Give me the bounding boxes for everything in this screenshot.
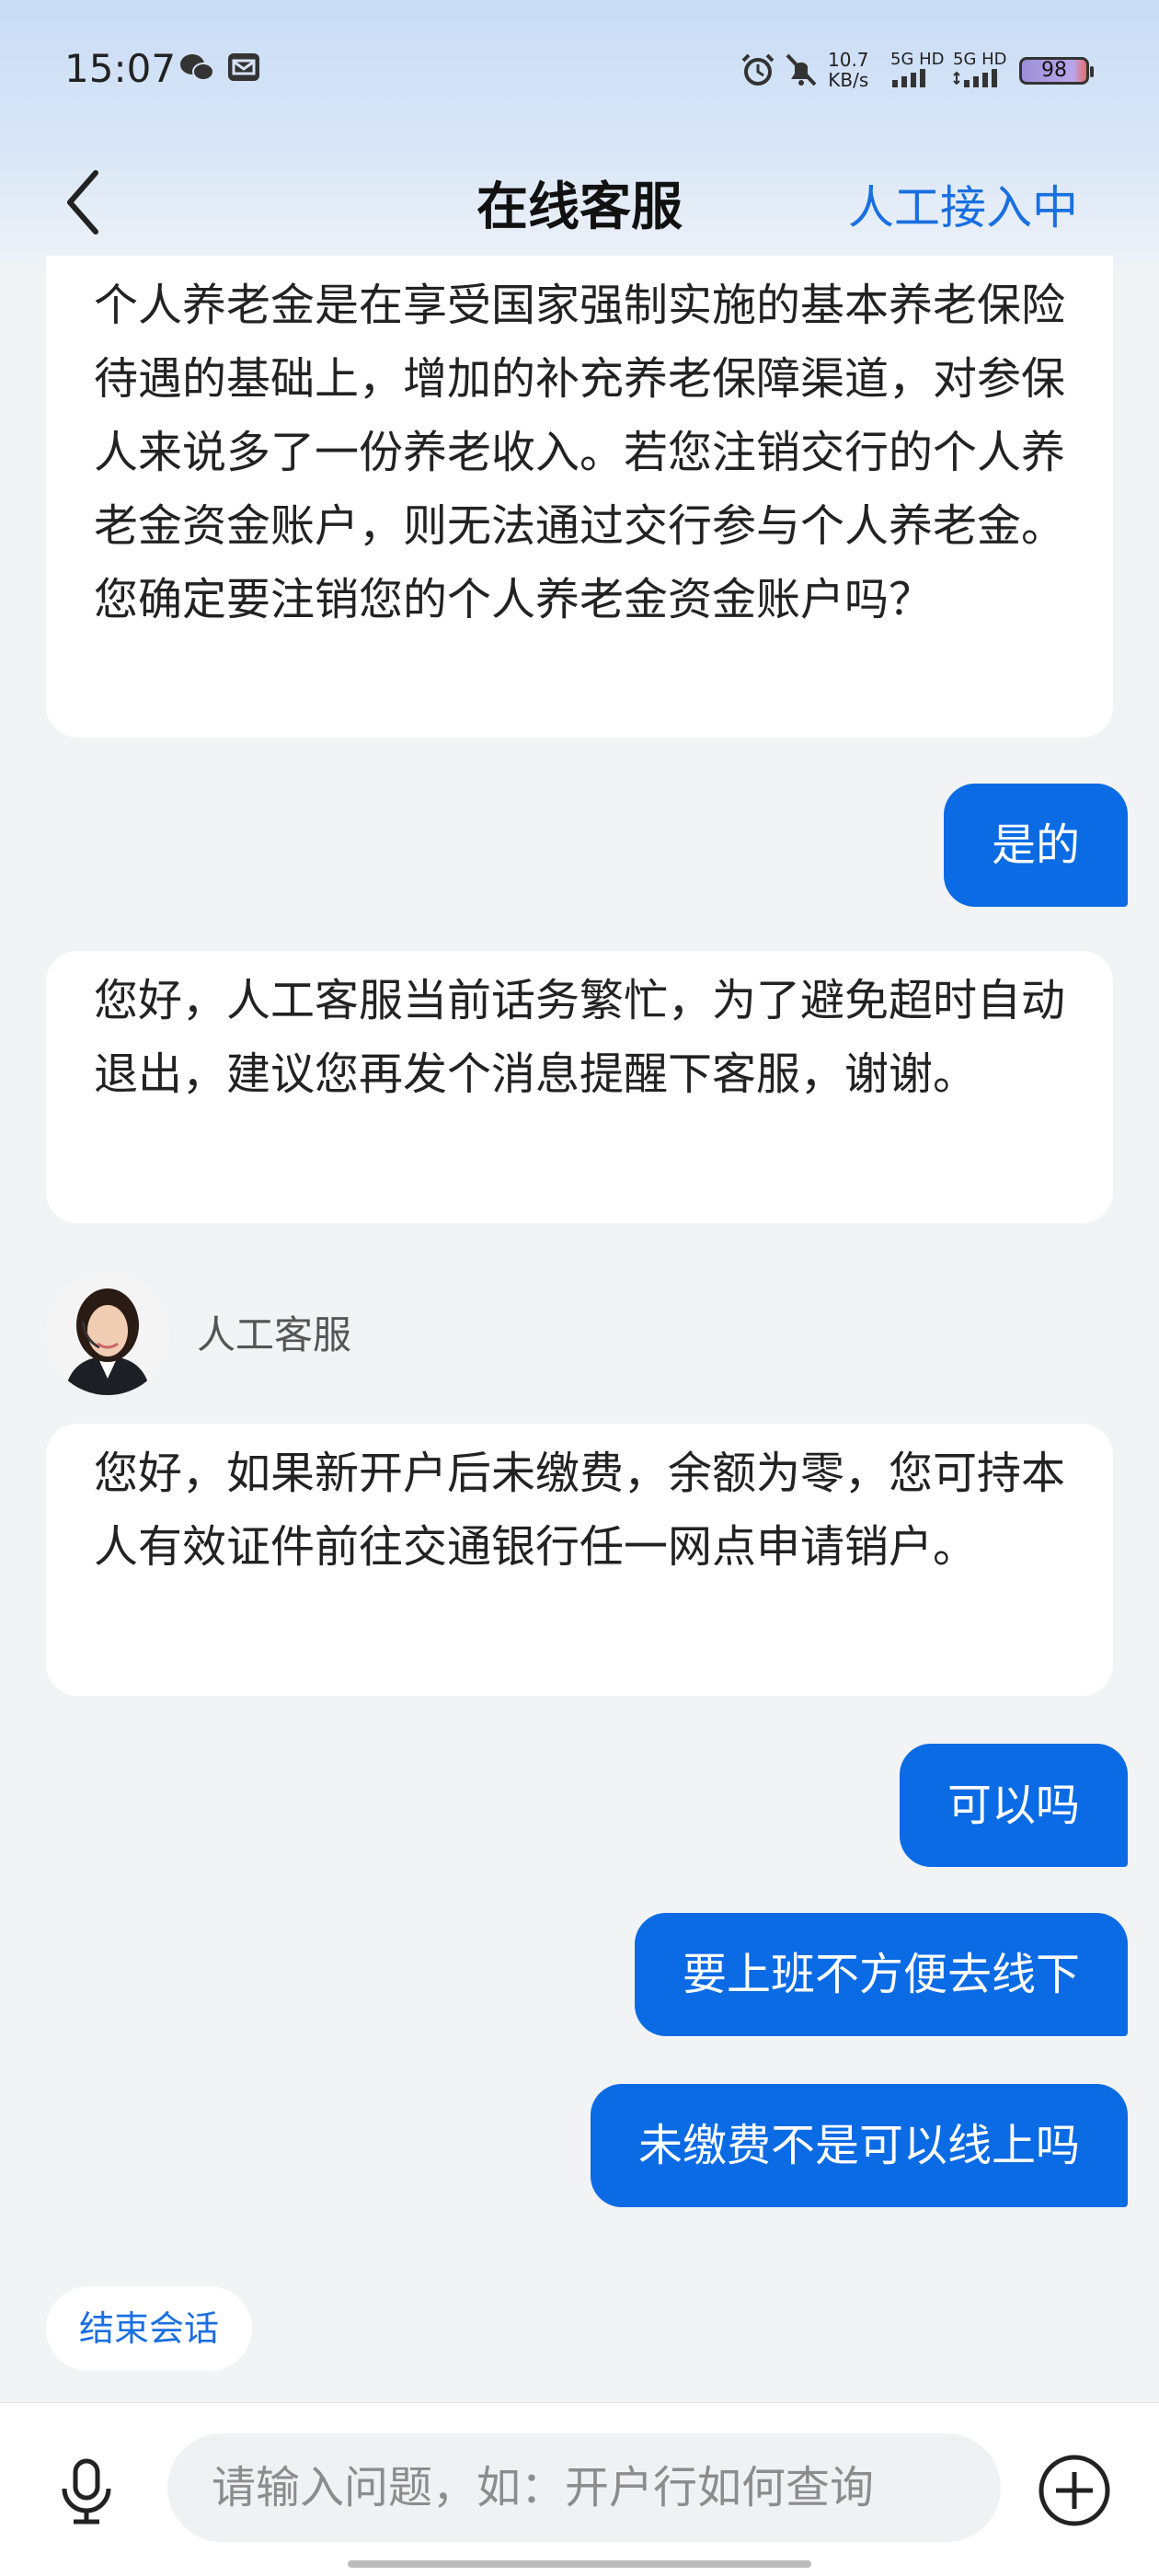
user-message: 是的 (943, 784, 1128, 907)
alarm-icon (741, 53, 775, 86)
message-input[interactable] (167, 2433, 1001, 2542)
net-speed: 10.7 KB/s (828, 49, 869, 91)
mail-icon (228, 53, 259, 81)
user-message: 要上班不方便去线下 (634, 1913, 1128, 2036)
agent-portrait (46, 1272, 169, 1395)
agent-message: 个人养老金是在享受国家强制实施的基本养老保险待遇的基础上，增加的补充养老保障渠道… (46, 256, 1113, 738)
agent-name: 人工客服 (197, 1312, 352, 1357)
mute-icon (786, 53, 817, 86)
add-icon[interactable] (1034, 2450, 1115, 2531)
user-message: 可以吗 (899, 1744, 1128, 1867)
agent-connection-status: 人工接入中 (848, 181, 1078, 235)
home-indicator[interactable] (348, 2560, 811, 2568)
agent-message: 您好，人工客服当前话务繁忙，为了避免超时自动退出，建议您再发个消息提醒下客服，谢… (46, 951, 1113, 1223)
sim1-signal: 5G HD (890, 50, 945, 92)
end-chat-button[interactable]: 结束会话 (46, 2286, 253, 2371)
agent-avatar (46, 1272, 169, 1395)
status-time: 15:07 (64, 46, 177, 91)
signal-icon (892, 69, 925, 87)
battery-indicator: 98 (1019, 57, 1094, 85)
user-message: 未缴费不是可以线上吗 (590, 2084, 1128, 2207)
sim2-signal: 5G HD (953, 50, 1007, 92)
agent-message: 您好，如果新开户后未缴费，余额为零，您可持本人有效证件前往交通银行任一网点申请销… (46, 1424, 1113, 1696)
signal-icon (953, 69, 997, 87)
status-bar: 15:07 10.7 KB/s 5G HD 5G HD 98 (0, 0, 1159, 138)
wechat-icon (180, 54, 214, 81)
microphone-icon[interactable] (50, 2454, 123, 2527)
